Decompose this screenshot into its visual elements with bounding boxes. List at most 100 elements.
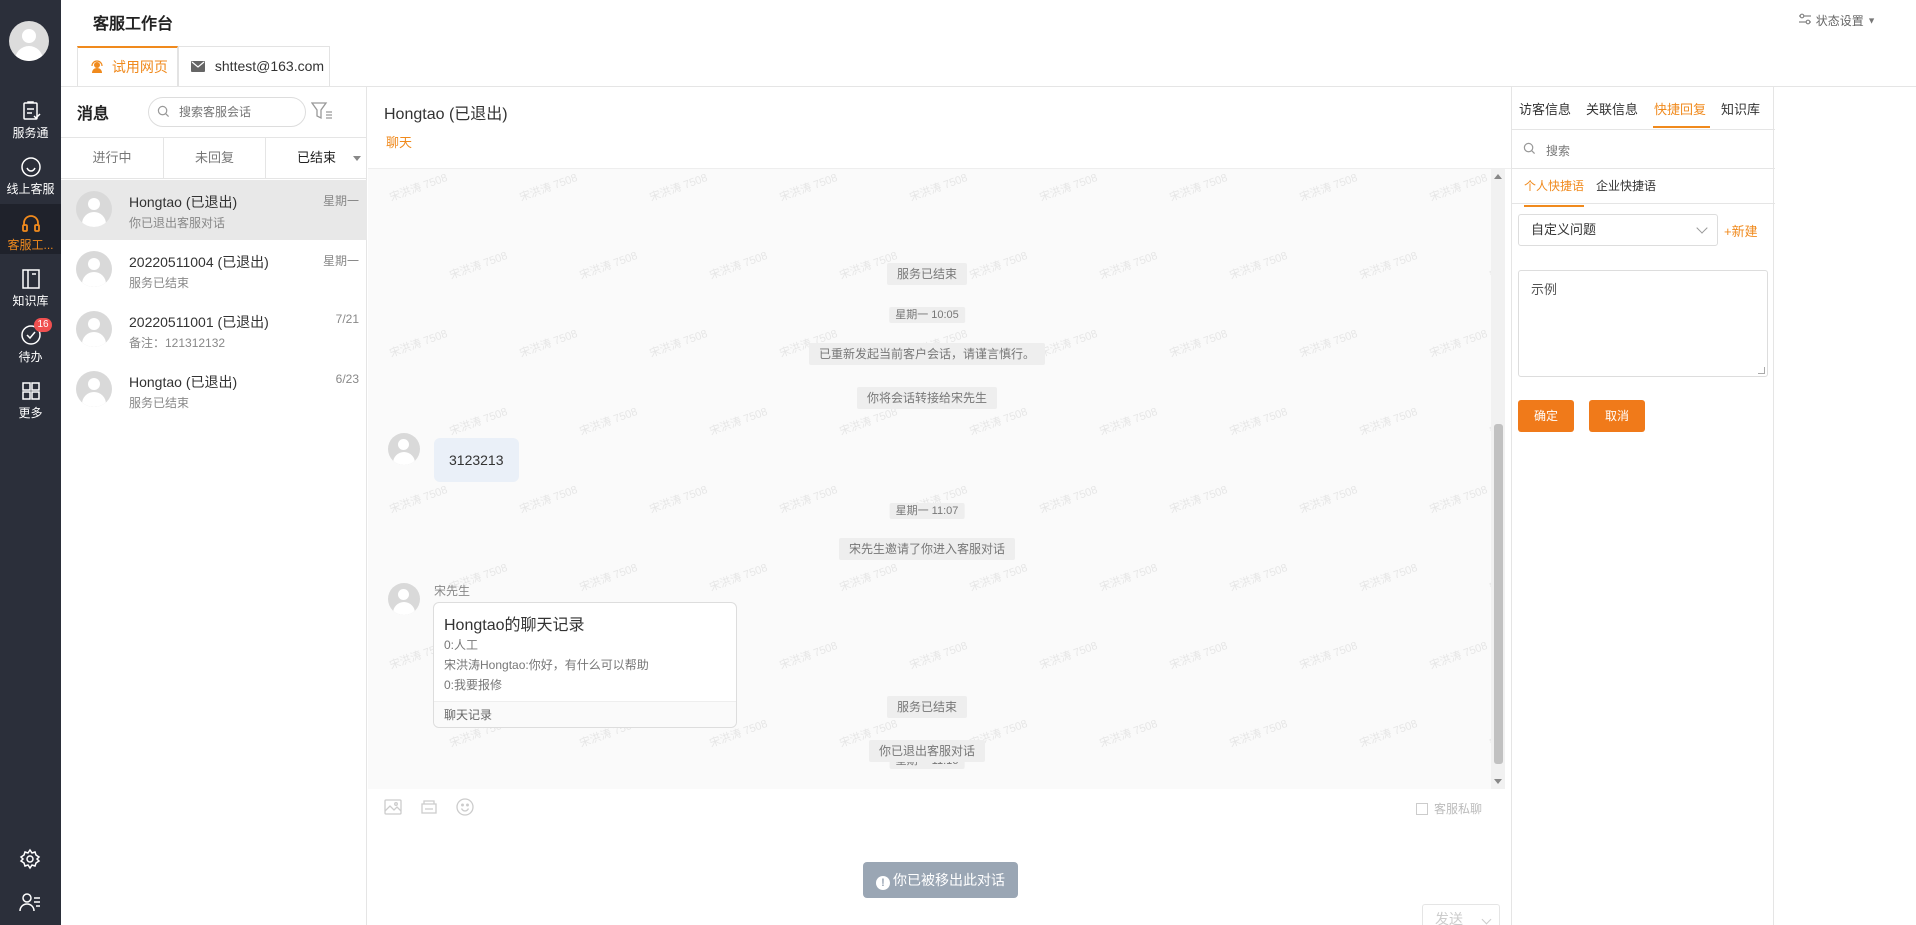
timestamp: 星期一 11:07	[889, 503, 965, 519]
status-setting-button[interactable]: 状态设置 ▼	[1798, 12, 1876, 29]
user-avatar[interactable]	[9, 21, 49, 61]
watermark-text: 宋洪涛 7508	[578, 249, 640, 282]
caret-down-icon: ▼	[1867, 15, 1876, 26]
private-chat-checkbox[interactable]: 客服私聊	[1416, 800, 1482, 817]
filter-icon[interactable]	[310, 101, 333, 124]
conversation-preview: 服务已结束	[129, 276, 190, 290]
conversation-time: 星期一	[322, 254, 359, 268]
watermark-text: 宋洪涛 7508	[838, 561, 900, 594]
watermark-text: 宋洪涛 7508	[1038, 639, 1100, 672]
message-scrollbar[interactable]	[1491, 169, 1505, 789]
scroll-up-icon[interactable]	[1494, 174, 1502, 179]
emoji-icon[interactable]	[456, 798, 474, 816]
headset-icon	[90, 50, 104, 88]
tab-visitor-info[interactable]: 访客信息	[1519, 99, 1571, 118]
conversation-item[interactable]: 20220511001 (已退出) 备注：121312132 7/21	[61, 300, 367, 360]
system-message: 服务已结束	[886, 263, 968, 285]
system-message: 已重新发起当前客户会话，请谨言慎行。	[808, 343, 1046, 365]
category-select[interactable]: 自定义问题	[1518, 214, 1718, 246]
smile-icon	[20, 156, 42, 178]
watermark-text: 宋洪涛 7508	[518, 171, 580, 204]
send-button[interactable]: 发送	[1422, 904, 1500, 925]
sliders-icon	[1798, 13, 1815, 28]
watermark-text: 宋洪涛 7508	[908, 171, 970, 204]
nav-item-online-service[interactable]: 线上客服	[0, 148, 61, 198]
tab-knowledge[interactable]: 知识库	[1721, 99, 1760, 118]
tab-email[interactable]: shttest@163.com	[178, 46, 330, 86]
tab-chat[interactable]: 聊天	[386, 132, 412, 151]
watermark-text: 宋洪涛 7508	[1298, 171, 1360, 204]
watermark-text: 宋洪涛 7508	[1098, 405, 1160, 438]
subtab-divider	[1512, 203, 1775, 204]
watermark-text: 宋洪涛 7508	[708, 405, 770, 438]
watermark-text: 宋洪涛 7508	[1098, 717, 1160, 750]
conversation-item[interactable]: Hongtao (已退出) 服务已结束 6/23	[61, 360, 367, 420]
nav-label: 服务通	[12, 126, 49, 140]
tab-quick-reply[interactable]: 快捷回复	[1654, 99, 1706, 118]
right-panel: 访客信息 关联信息 快捷回复 知识库 搜索 个人快捷语 企业快捷语 自定义问题 …	[1511, 87, 1775, 925]
book-icon	[20, 268, 42, 290]
system-message: 宋先生邀请了你进入客服对话	[838, 538, 1016, 560]
quick-reply-search[interactable]: 搜索	[1512, 129, 1775, 169]
watermark-text: 宋洪涛 7508	[388, 327, 450, 360]
system-message: 你将会话转接给宋先生	[856, 387, 998, 409]
watermark-text: 宋洪涛 7508	[1298, 327, 1360, 360]
tab-related-info[interactable]: 关联信息	[1586, 99, 1638, 118]
image-icon[interactable]	[384, 798, 402, 816]
watermark-text: 宋洪涛 7508	[648, 171, 710, 204]
tab-trial-web[interactable]: 试用网页	[77, 46, 178, 86]
checkbox-box[interactable]	[1416, 803, 1428, 815]
watermark-text: 宋洪涛 7508	[388, 171, 450, 204]
chat-record-card[interactable]: Hongtao的聊天记录 0:人工 宋洪涛Hongtao:你好，有什么可以帮助 …	[433, 602, 737, 728]
new-button[interactable]: +新建	[1724, 221, 1758, 240]
segment-unreplied[interactable]: 未回复	[163, 138, 265, 178]
watermark-text: 宋洪涛 7508	[1298, 483, 1360, 516]
scroll-thumb[interactable]	[1494, 424, 1503, 764]
watermark-text: 宋洪涛 7508	[1358, 405, 1420, 438]
watermark-text: 宋洪涛 7508	[1038, 327, 1100, 360]
reply-textarea[interactable]: 示例	[1518, 270, 1768, 377]
nav-label: 知识库	[12, 294, 49, 308]
nav-label: 客服工...	[7, 238, 54, 252]
conversation-item[interactable]: Hongtao (已退出) 你已退出客服对话 星期一	[61, 180, 367, 240]
segment-ended[interactable]: 已结束	[265, 138, 367, 178]
search-icon	[1523, 142, 1536, 158]
settings-icon[interactable]	[19, 848, 41, 870]
nav-item-workbench[interactable]: 客服工...	[0, 204, 61, 254]
scroll-down-icon[interactable]	[1494, 779, 1502, 784]
nav-item-todo[interactable]: 16 待办	[0, 316, 61, 366]
nav-item-more[interactable]: 更多	[0, 372, 61, 422]
active-subtab-underline	[1524, 205, 1584, 207]
tab-label: shttest@163.com	[214, 58, 325, 74]
watermark-text: 宋洪涛 7508	[1358, 561, 1420, 594]
user-list-icon[interactable]	[19, 891, 41, 913]
watermark-text: 宋洪涛 7508	[1228, 249, 1290, 282]
conversation-search-input[interactable]	[148, 97, 306, 127]
watermark-text: 宋洪涛 7508	[1428, 171, 1490, 204]
card-footer: 聊天记录	[434, 701, 736, 727]
mail-icon	[191, 48, 205, 86]
confirm-button[interactable]: 确定	[1518, 400, 1574, 432]
nav-item-knowledge[interactable]: 知识库	[0, 260, 61, 310]
avatar	[388, 583, 420, 615]
cancel-button[interactable]: 取消	[1589, 400, 1645, 432]
segment-label: 已结束	[296, 150, 336, 165]
status-setting-label: 状态设置	[1815, 14, 1864, 28]
folder-icon[interactable]	[420, 798, 438, 816]
conversation-item[interactable]: 20220511004 (已退出) 服务已结束 星期一	[61, 240, 367, 300]
segment-in-progress[interactable]: 进行中	[61, 138, 163, 178]
watermark-text: 宋洪涛 7508	[648, 483, 710, 516]
watermark-text: 宋洪涛 7508	[1168, 639, 1230, 672]
nav-item-service[interactable]: 服务通	[0, 92, 61, 142]
watermark-text: 宋洪涛 7508	[1358, 249, 1420, 282]
active-tab-underline	[1653, 126, 1710, 128]
subtab-enterprise-phrases[interactable]: 企业快捷语	[1596, 177, 1656, 194]
watermark-text: 宋洪涛 7508	[518, 483, 580, 516]
subtab-personal-phrases[interactable]: 个人快捷语	[1524, 177, 1584, 194]
list-title: 消息	[77, 106, 110, 123]
conversation-list-panel: 消息 进行中 未回复 已结束 Hongtao (已退出) 你已退出客服对话 星期…	[61, 87, 367, 925]
watermark-text: 宋洪涛 7508	[1168, 483, 1230, 516]
nav-label: 更多	[18, 406, 43, 420]
watermark-text: 宋洪涛 7508	[1428, 327, 1490, 360]
conversation-name: 20220511004 (已退出)	[129, 254, 269, 270]
